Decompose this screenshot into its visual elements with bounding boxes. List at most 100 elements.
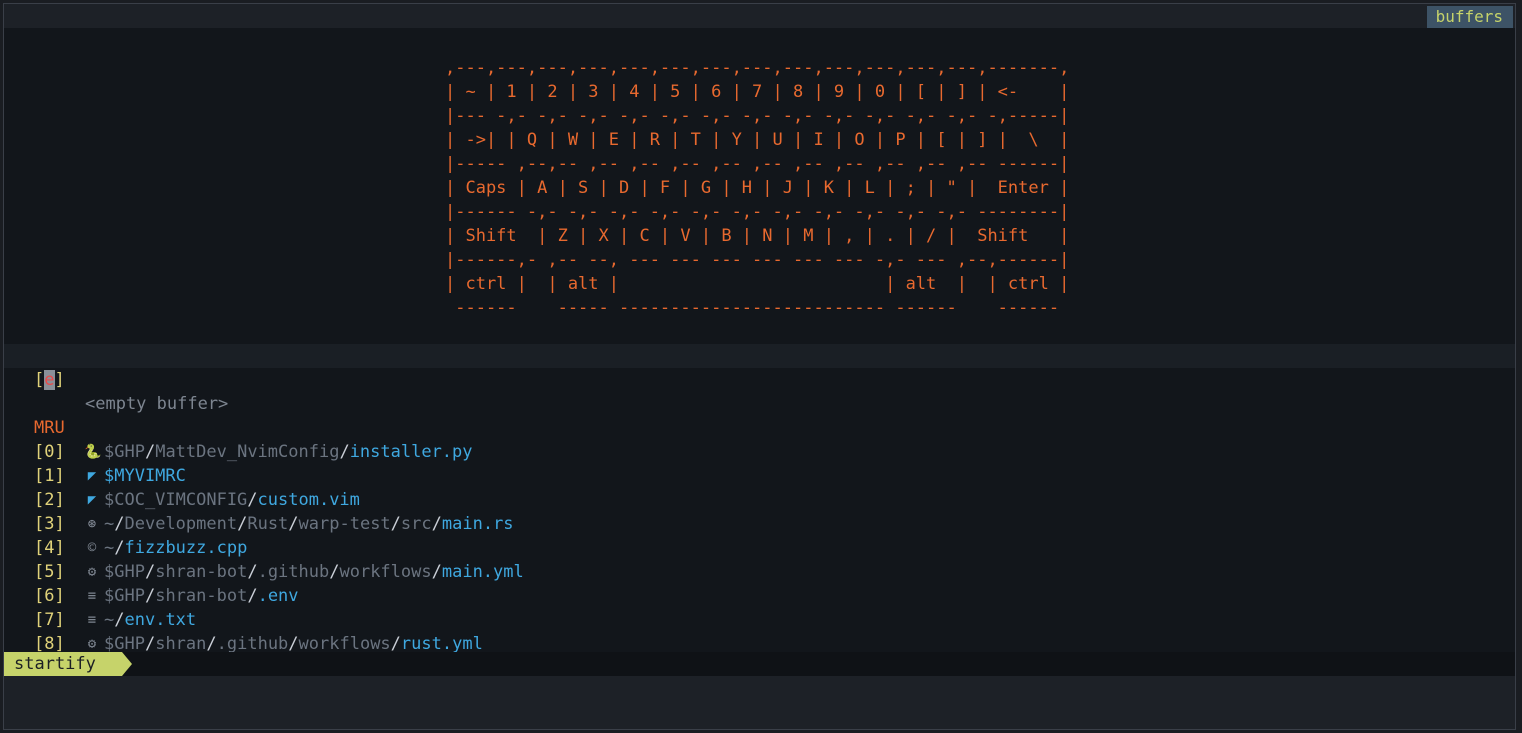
cpp-icon: ©	[87, 540, 97, 556]
path-segment: MattDev_NvimConfig	[155, 442, 340, 462]
startify-screen: ,---,---,---,---,---,---,---,---,---,---…	[4, 28, 1515, 654]
mru-item-index[interactable]: [3]	[34, 512, 65, 536]
tabline: buffers	[4, 4, 1515, 28]
path-segment: /	[206, 634, 217, 654]
path-segment: /	[144, 442, 156, 462]
mru-item[interactable]: [7] ≡ ~/env.txt	[4, 608, 1515, 632]
path-segment: $COC_VIMCONFIG	[104, 490, 248, 510]
path-segment: /	[247, 490, 258, 510]
path-segment: workflows	[339, 562, 432, 582]
python-icon: 🐍	[84, 444, 102, 460]
path-segment: /	[114, 538, 125, 558]
file-name: main.yml	[441, 562, 524, 582]
mru-header-line: MRU	[4, 392, 1515, 438]
path-segment: /	[114, 610, 125, 630]
keyboard-art-line: | ->| | Q | W | E | R | T | Y | U | I | …	[445, 130, 1070, 150]
path-segment: shran-bot	[155, 562, 248, 582]
keyboard-art-line: ,---,---,---,---,---,---,---,---,---,---…	[445, 58, 1070, 78]
statusline: startify	[4, 652, 1515, 676]
keyboard-art-line: |------ -,- -,- -,- -,- -,- -,- -,- -,- …	[445, 202, 1070, 222]
path-segment: /	[247, 586, 258, 606]
keyboard-art-line: | ctrl | | alt | | alt | | ctrl |	[445, 274, 1070, 294]
path-segment: src	[400, 514, 432, 534]
path-segment: /	[237, 514, 248, 534]
path-segment: /	[288, 514, 299, 534]
mru-item-index[interactable]: [4]	[34, 536, 65, 560]
file-name: fizzbuzz.cpp	[124, 538, 248, 558]
mru-item-path[interactable]: ~/fizzbuzz.cpp	[104, 536, 247, 560]
path-segment: /	[144, 562, 156, 582]
text-file-icon: ≡	[87, 588, 97, 604]
path-segment: .github	[257, 562, 330, 582]
path-segment: /	[247, 562, 258, 582]
mru-item[interactable]: [5] ⚙ $GHP/shran-bot/.github/workflows/mai…	[4, 560, 1515, 584]
mru-item-path[interactable]: $GHP/shran-bot/.github/workflows/main.ym…	[104, 560, 524, 584]
cursor: e	[44, 370, 55, 390]
path-segment: /	[390, 634, 401, 654]
path-segment: /	[431, 562, 442, 582]
rust-icon: ⊛	[87, 516, 97, 532]
mru-item-index[interactable]: [1]	[34, 464, 65, 488]
path-segment: /	[114, 514, 125, 534]
mru-item-path[interactable]: ~/env.txt	[104, 608, 196, 632]
mru-item-index[interactable]: [6]	[34, 584, 65, 608]
vim-icon: ◤	[87, 468, 97, 484]
mru-item[interactable]: [0] 🐍 $GHP/MattDev_NvimConfig/installer.py	[4, 440, 1515, 464]
path-segment: /	[288, 634, 299, 654]
path-segment: ~	[104, 538, 115, 558]
path-segment: Rust	[247, 514, 289, 534]
file-name: .env	[257, 586, 299, 606]
text-file-icon: ≡	[87, 612, 97, 628]
file-name: env.txt	[124, 610, 197, 630]
mru-item[interactable]: [4] © ~/fizzbuzz.cpp	[4, 536, 1515, 560]
path-segment: $GHP	[104, 442, 145, 462]
path-segment: /	[339, 442, 350, 462]
terminal-window: buffers ,---,---,---,---,---,---,---,---…	[3, 3, 1516, 730]
path-segment: /	[431, 514, 442, 534]
path-segment: ~	[104, 514, 115, 534]
keyboard-art-line: | Shift | Z | X | C | V | B | N | M | , …	[445, 226, 1070, 246]
mru-item-path[interactable]: $GHP/shran-bot/.env	[104, 584, 299, 608]
vim-icon: ◤	[87, 492, 97, 508]
path-segment: /	[390, 514, 401, 534]
mru-item[interactable]: [6] ≡ $GHP/shran-bot/.env	[4, 584, 1515, 608]
path-segment: Development	[124, 514, 238, 534]
empty-buffer-key[interactable]: [e]	[34, 368, 65, 392]
path-segment: workflows	[298, 634, 391, 654]
path-segment: /	[144, 634, 156, 654]
empty-buffer-entry[interactable]: [e] <empty buffer>	[4, 344, 1515, 414]
path-segment: shran-bot	[155, 586, 248, 606]
keyboard-art-line: | Caps | A | S | D | F | G | H | J | K |…	[445, 178, 1070, 198]
keyboard-art-line: |----- ,--,-- ,-- ,-- ,-- ,-- ,-- ,-- ,-…	[445, 154, 1070, 174]
keyboard-art-line: |--- -,- -,- -,- -,- -,- -,- -,- -,- -,-…	[445, 106, 1070, 126]
mru-item[interactable]: [2] ◤ $COC_VIMCONFIG/custom.vim	[4, 488, 1515, 512]
mru-item-index[interactable]: [0]	[34, 440, 65, 464]
command-line[interactable]	[4, 676, 1515, 724]
path-segment: ~	[104, 610, 115, 630]
mru-item-index[interactable]: [2]	[34, 488, 65, 512]
mru-item[interactable]: [3] ⊛ ~/Development/Rust/warp-test/src/mai…	[4, 512, 1515, 536]
mru-item-path[interactable]: $MYVIMRC	[104, 464, 186, 488]
mru-item-index[interactable]: [5]	[34, 560, 65, 584]
mru-header: MRU	[34, 418, 65, 438]
path-segment: $GHP	[104, 586, 145, 606]
buffers-tab[interactable]: buffers	[1418, 6, 1513, 28]
keyboard-art-line: | ~ | 1 | 2 | 3 | 4 | 5 | 6 | 7 | 8 | 9 …	[445, 82, 1070, 102]
mru-item-path[interactable]: ~/Development/Rust/warp-test/src/main.rs	[104, 512, 514, 536]
path-segment: warp-test	[298, 514, 391, 534]
mru-item[interactable]: [1] ◤ $MYVIMRC	[4, 464, 1515, 488]
mru-item-path[interactable]: $GHP/MattDev_NvimConfig/installer.py	[104, 440, 473, 464]
file-name: main.rs	[441, 514, 514, 534]
path-segment: $GHP	[104, 634, 145, 654]
gear-icon: ⚙	[87, 564, 97, 580]
file-name: $MYVIMRC	[104, 466, 186, 486]
file-name: rust.yml	[400, 634, 483, 654]
keyboard-art-line: |------,- ,-- --, --- --- --- --- --- --…	[445, 250, 1070, 270]
path-segment: /	[144, 586, 156, 606]
mode-indicator: startify	[4, 652, 132, 676]
path-segment: /	[329, 562, 340, 582]
mru-item-path[interactable]: $COC_VIMCONFIG/custom.vim	[104, 488, 360, 512]
file-name: installer.py	[349, 442, 473, 462]
path-segment: .github	[216, 634, 289, 654]
mru-item-index[interactable]: [7]	[34, 608, 65, 632]
